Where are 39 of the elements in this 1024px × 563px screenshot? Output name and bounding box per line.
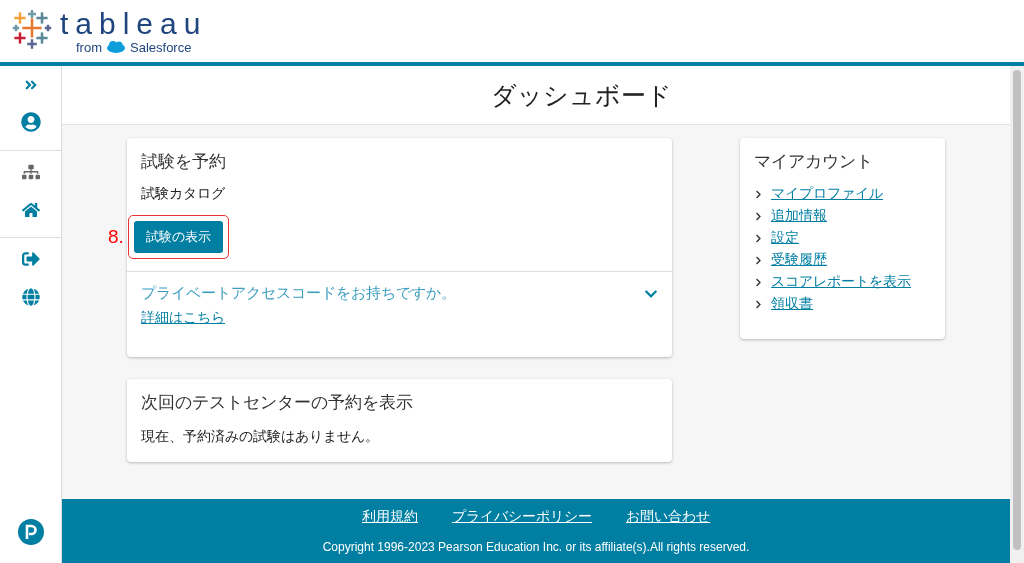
footer-link[interactable]: プライバシーポリシー [452, 508, 592, 526]
globe-icon[interactable] [21, 288, 40, 306]
account-link[interactable]: マイプロファイル [771, 185, 883, 203]
brand-name: tableau [60, 7, 208, 40]
details-link[interactable]: 詳細はこちら [141, 309, 225, 327]
chevron-right-icon [754, 255, 763, 265]
account-link[interactable]: 追加情報 [771, 207, 827, 225]
catalog-label: 試験カタログ [141, 185, 225, 203]
account-link[interactable]: 領収書 [771, 295, 813, 313]
chevron-right-icon [754, 299, 763, 309]
footer-link[interactable]: お問い合わせ [626, 508, 710, 526]
scrollbar[interactable] [1010, 66, 1024, 563]
expand-icon[interactable] [23, 78, 38, 92]
brand-partner: Salesforce [130, 39, 192, 55]
logout-icon[interactable] [21, 250, 40, 268]
logo-icon [12, 10, 52, 52]
chevron-right-icon [754, 211, 763, 221]
account-link[interactable]: 設定 [771, 229, 799, 247]
step-marker: 8. [108, 226, 125, 248]
chevron-right-icon [754, 277, 763, 287]
sitemap-icon[interactable] [21, 163, 40, 181]
brand-from: from [76, 39, 102, 55]
card-title: マイアカウント [754, 150, 873, 173]
home-icon[interactable] [21, 201, 40, 219]
view-exams-button[interactable]: 試験の表示 [134, 221, 223, 253]
access-code-question: プライベートアクセスコードをお持ちですか。 [141, 284, 456, 303]
pearson-logo-icon [17, 519, 44, 545]
no-appointments-message: 現在、予約済みの試験はありません。 [141, 428, 379, 446]
account-link[interactable]: 受験履歴 [771, 251, 827, 269]
user-icon[interactable] [20, 112, 41, 132]
copyright-text: Copyright 1996-2023 Pearson Education Inc. or its affiliate(s).All rights reserved. [322, 540, 750, 554]
footer-link[interactable]: 利用規約 [362, 508, 418, 526]
chevron-right-icon [754, 233, 763, 243]
card-title: 試験を予約 [141, 150, 226, 173]
account-link[interactable]: スコアレポートを表示 [771, 273, 911, 291]
cloud-icon [106, 41, 126, 53]
card-title: 次回のテストセンターの予約を表示 [141, 391, 413, 414]
chevron-right-icon [754, 189, 763, 199]
page-title: ダッシュボード [490, 79, 672, 112]
